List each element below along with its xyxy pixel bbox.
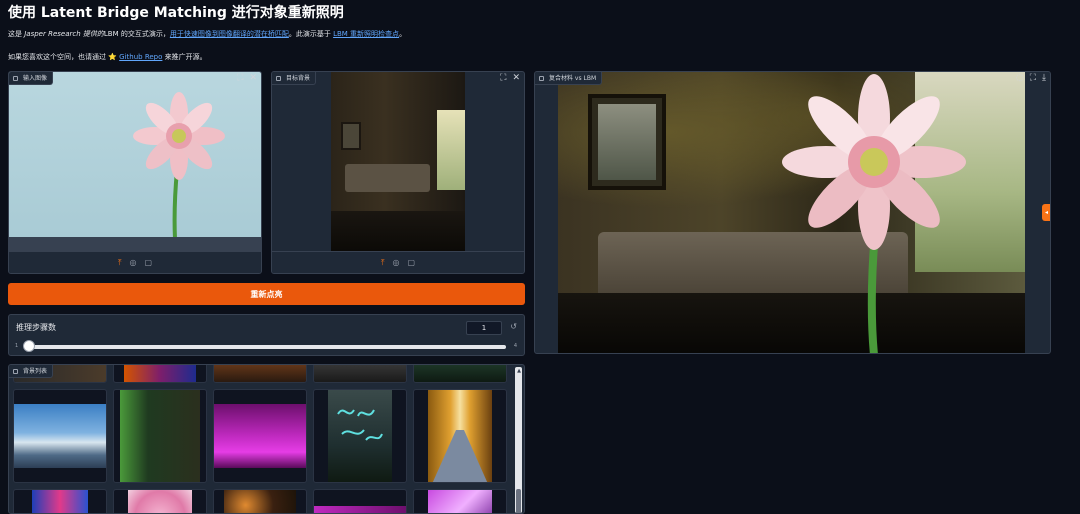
gallery-item-library[interactable] [113, 389, 207, 483]
fullscreen-icon[interactable]: ⛶ [1030, 73, 1036, 84]
gallery-item[interactable] [213, 365, 307, 383]
inference-steps-input[interactable]: 1 [466, 321, 502, 335]
inference-steps-slider-panel: 推理步骤数 1 ↺ 1 4 [8, 314, 525, 356]
intro-text: 来推广开源。 [162, 53, 207, 61]
intro-text: 如果您喜欢这个空间，也请通过 ⭐ [8, 53, 120, 61]
slider-track[interactable] [29, 345, 506, 349]
slider-max-label: 4 [513, 343, 517, 349]
gallery-item[interactable] [413, 489, 507, 513]
gallery-item[interactable] [413, 365, 507, 383]
input-image-label-text: 输入图像 [23, 75, 48, 82]
gallery-icon [13, 369, 18, 374]
background-gallery-label-text: 背景列表 [23, 368, 48, 375]
road-illustration [432, 430, 488, 482]
paper-link[interactable]: 用于快速图像到图像翻译的潜在桥匹配 [170, 30, 289, 38]
result-actions: ◌ ⛶ ⤓ [1016, 73, 1046, 84]
background-gallery-label: 背景列表 [9, 365, 54, 378]
booth-seating [345, 164, 430, 192]
webcam-icon[interactable]: ◎ [393, 258, 400, 268]
result-label: 复合材料 vs LBM [535, 72, 603, 85]
target-background-panel[interactable]: 目标背景 ⛶ ✕ ⤒ ◎ ▢ [271, 71, 525, 274]
reset-icon[interactable]: ↺ [510, 322, 517, 331]
gallery-item[interactable] [113, 489, 207, 513]
download-icon[interactable]: ⤓ [1042, 73, 1046, 84]
image-icon [13, 76, 18, 81]
intro-line-1: 这是 Jasper Research 提供的LBM 的交互式演示，用于快速图像到… [8, 29, 406, 39]
input-image-padding [9, 237, 261, 251]
target-background-toolbar: ⤒ ◎ ▢ [272, 251, 524, 273]
gallery-item-neon-corridor[interactable] [213, 389, 307, 483]
intro-text: LBM 的交互式演示， [103, 30, 170, 38]
relight-button[interactable]: 重新点亮 [8, 283, 525, 305]
input-image[interactable] [9, 72, 261, 240]
neon-script-illustration [337, 409, 383, 441]
target-background-label-text: 目标背景 [286, 75, 311, 82]
upload-icon[interactable]: ⤒ [381, 258, 385, 268]
gallery-item[interactable] [113, 365, 207, 383]
image-icon [539, 76, 544, 81]
expand-handle-icon[interactable]: ◂ [1042, 204, 1050, 221]
intro-text: 。 [399, 30, 407, 38]
result-label-text: 复合材料 vs LBM [549, 75, 597, 82]
clipboard-icon[interactable]: ▢ [407, 258, 415, 268]
undo-icon[interactable]: ◌ [1016, 73, 1024, 84]
scroll-up-icon[interactable]: ▲ [517, 368, 521, 374]
input-image-actions: ⛶ ✕ [237, 73, 257, 84]
clipboard-icon[interactable]: ▢ [144, 258, 152, 268]
wall-picture-frame [341, 122, 361, 150]
target-background-label: 目标背景 [272, 72, 317, 85]
window [437, 110, 465, 190]
checkpoint-link[interactable]: LBM 重新照明检查点 [333, 30, 399, 38]
floor [331, 211, 465, 251]
github-repo-link[interactable]: Github Repo [119, 53, 162, 61]
input-image-label: 输入图像 [9, 72, 54, 85]
result-panel: 复合材料 vs LBM ◌ ⛶ ⤓ ◂ [534, 71, 1051, 354]
intro-org: Jasper Research 提供的 [24, 30, 104, 38]
intro-text: 。此演示基于 [288, 30, 334, 38]
slider-min-label: 1 [15, 343, 19, 349]
result-image[interactable] [558, 72, 1025, 353]
gallery-item-mountain[interactable] [13, 389, 107, 483]
inference-steps-label: 推理步骤数 [16, 323, 56, 332]
gallery-scroll-thumb[interactable] [516, 489, 521, 513]
gallery-item-autumn-road[interactable] [413, 389, 507, 483]
intro-text: 这是 [8, 30, 25, 38]
target-background-image[interactable] [331, 72, 465, 251]
gallery-item[interactable] [313, 489, 407, 513]
relit-flower-illustration [782, 74, 966, 353]
input-image-panel[interactable]: 输入图像 ⛶ ✕ ⤒ ◎ ▢ [8, 71, 262, 274]
fullscreen-icon[interactable]: ⛶ [500, 73, 506, 84]
gallery-item[interactable] [213, 489, 307, 513]
close-icon[interactable]: ✕ [512, 73, 520, 84]
upload-icon[interactable]: ⤒ [118, 258, 122, 268]
image-icon [276, 76, 281, 81]
intro-line-2: 如果您喜欢这个空间，也请通过 ⭐ Github Repo 来推广开源。 [8, 52, 207, 62]
slider-thumb[interactable] [23, 340, 35, 352]
close-icon[interactable]: ✕ [249, 73, 257, 84]
gallery-item-neon-sign[interactable] [313, 389, 407, 483]
background-gallery: 背景列表 ▲ [8, 364, 525, 514]
fullscreen-icon[interactable]: ⛶ [237, 73, 243, 84]
gerbera-flower-illustration [133, 92, 225, 240]
gallery-item[interactable] [313, 365, 407, 383]
gallery-item[interactable] [13, 489, 107, 513]
page-title: 使用 Latent Bridge Matching 进行对象重新照明 [8, 5, 344, 21]
input-image-toolbar: ⤒ ◎ ▢ [9, 251, 261, 273]
target-background-actions: ⛶ ✕ [500, 73, 520, 84]
webcam-icon[interactable]: ◎ [130, 258, 137, 268]
